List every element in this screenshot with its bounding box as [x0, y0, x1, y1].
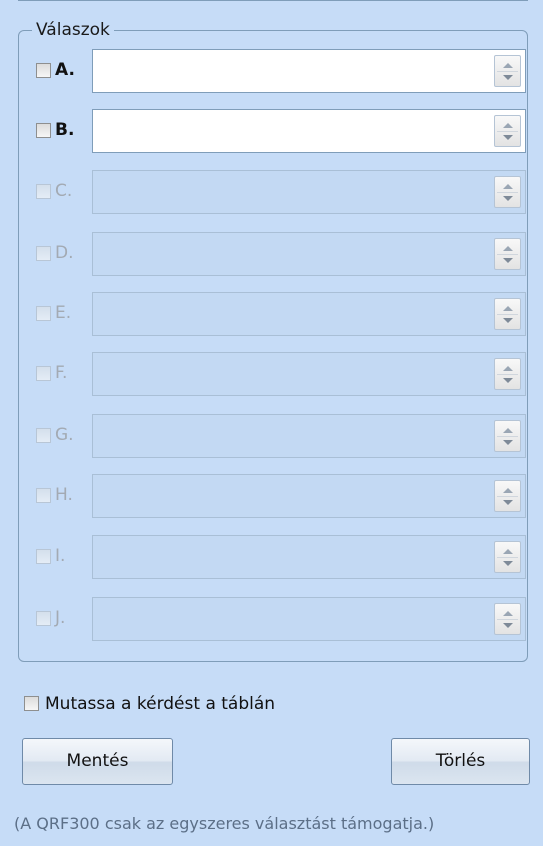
- answer-input-e: [92, 292, 526, 336]
- answer-letter-c: C.: [55, 181, 73, 201]
- spin-divider: [497, 192, 518, 193]
- answer-input-a[interactable]: [92, 49, 526, 93]
- spin-up-icon: [503, 366, 513, 371]
- answer-input-f: [92, 352, 526, 396]
- top-divider: [18, 0, 528, 1]
- answer-row-i: I.: [34, 535, 529, 579]
- checkbox-i: [36, 549, 51, 564]
- spin-button-j: [494, 603, 521, 635]
- answer-letter-h: H.: [55, 485, 73, 505]
- spin-up-icon[interactable]: [503, 123, 513, 128]
- spin-button-e: [494, 298, 521, 330]
- spin-down-icon: [503, 623, 513, 628]
- spin-button-b[interactable]: [494, 115, 521, 147]
- checkbox-e: [36, 306, 51, 321]
- spin-button-h: [494, 480, 521, 512]
- spin-down-icon[interactable]: [503, 135, 513, 140]
- spin-up-icon: [503, 184, 513, 189]
- answer-letter-e: E.: [55, 303, 72, 323]
- answer-letter-f: F.: [55, 363, 68, 383]
- answers-group-title: Válaszok: [32, 18, 114, 42]
- spin-divider: [497, 557, 518, 558]
- spin-button-i: [494, 541, 521, 573]
- answer-letter-i: I.: [55, 546, 66, 566]
- answer-row-a: A.: [34, 49, 529, 93]
- spin-divider: [497, 374, 518, 375]
- answer-input-c: [92, 170, 526, 214]
- answer-letter-a: A.: [55, 60, 75, 80]
- spin-button-c: [494, 176, 521, 208]
- spin-down-icon: [503, 196, 513, 201]
- spin-button-d: [494, 238, 521, 270]
- answer-input-b[interactable]: [92, 109, 526, 153]
- checkbox-g: [36, 428, 51, 443]
- answer-input-d: [92, 232, 526, 276]
- checkbox-d: [36, 246, 51, 261]
- spin-button-g: [494, 420, 521, 452]
- spin-button-a[interactable]: [494, 55, 521, 87]
- answer-input-h: [92, 474, 526, 518]
- answer-row-h: H.: [34, 474, 529, 518]
- answer-row-c: C.: [34, 170, 529, 214]
- answer-letter-j: J.: [55, 608, 66, 628]
- spin-up-icon: [503, 428, 513, 433]
- answer-row-e: E.: [34, 292, 529, 336]
- spin-down-icon: [503, 440, 513, 445]
- spin-divider: [497, 254, 518, 255]
- spin-up-icon[interactable]: [503, 63, 513, 68]
- spin-down-icon: [503, 318, 513, 323]
- checkbox-j: [36, 611, 51, 626]
- spin-up-icon: [503, 306, 513, 311]
- spin-down-icon: [503, 561, 513, 566]
- spin-divider: [497, 131, 518, 132]
- spin-down-icon: [503, 258, 513, 263]
- checkbox-f: [36, 366, 51, 381]
- checkbox-c: [36, 184, 51, 199]
- answer-row-g: G.: [34, 414, 529, 458]
- spin-divider: [497, 496, 518, 497]
- spin-button-f: [494, 358, 521, 390]
- answer-input-i: [92, 535, 526, 579]
- checkbox-h: [36, 488, 51, 503]
- answer-row-j: J.: [34, 597, 529, 641]
- support-note: (A QRF300 csak az egyszeres választást t…: [14, 814, 435, 833]
- answer-letter-b: B.: [55, 120, 75, 140]
- spin-up-icon: [503, 611, 513, 616]
- answer-row-d: D.: [34, 232, 529, 276]
- spin-down-icon: [503, 378, 513, 383]
- spin-up-icon: [503, 246, 513, 251]
- spin-up-icon: [503, 549, 513, 554]
- delete-button[interactable]: Törlés: [391, 738, 530, 785]
- show-on-board-label[interactable]: Mutassa a kérdést a táblán: [45, 692, 275, 716]
- spin-divider: [497, 314, 518, 315]
- spin-divider: [497, 71, 518, 72]
- spin-divider: [497, 619, 518, 620]
- checkbox-b[interactable]: [36, 123, 51, 138]
- answer-letter-d: D.: [55, 243, 74, 263]
- show-on-board-checkbox[interactable]: [24, 696, 39, 711]
- answer-row-f: F.: [34, 352, 529, 396]
- answer-letter-g: G.: [55, 425, 74, 445]
- answer-input-j: [92, 597, 526, 641]
- spin-up-icon: [503, 488, 513, 493]
- spin-down-icon: [503, 500, 513, 505]
- spin-divider: [497, 436, 518, 437]
- save-button[interactable]: Mentés: [22, 738, 173, 785]
- spin-down-icon[interactable]: [503, 75, 513, 80]
- answer-row-b: B.: [34, 109, 529, 153]
- answer-input-g: [92, 414, 526, 458]
- checkbox-a[interactable]: [36, 63, 51, 78]
